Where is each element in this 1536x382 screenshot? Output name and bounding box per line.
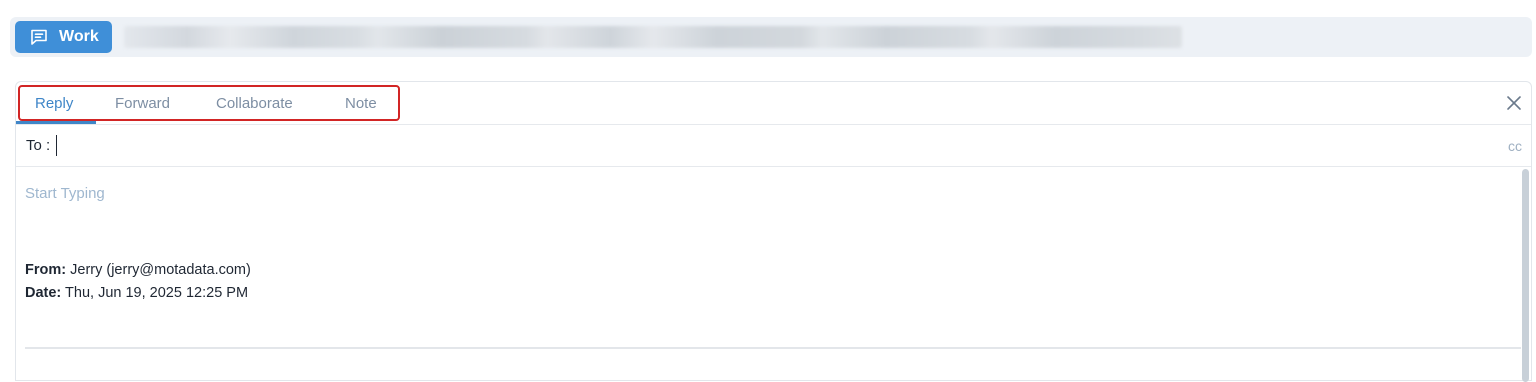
active-tab-indicator	[16, 121, 96, 124]
tab-note[interactable]: Note	[345, 95, 377, 113]
ticket-subject-redacted	[124, 26, 1182, 48]
from-label: From:	[25, 262, 67, 278]
tabs-highlight-box	[18, 85, 400, 121]
close-icon[interactable]	[1505, 94, 1523, 112]
to-label: To :	[26, 137, 51, 154]
ticket-header-bar: Work	[10, 17, 1532, 57]
reply-tab-bar: Reply Forward Collaborate Note	[16, 82, 1531, 125]
message-square-icon	[30, 28, 48, 46]
work-button[interactable]: Work	[15, 21, 112, 53]
quoted-date-line: Date: Thu, Jun 19, 2025 12:25 PM	[25, 285, 248, 301]
editor-placeholder: Start Typing	[25, 185, 105, 202]
quoted-from-line: From: Jerry (jerry@motadata.com)	[25, 262, 251, 278]
text-cursor	[56, 135, 57, 156]
from-value: Jerry (jerry@motadata.com)	[70, 262, 251, 278]
date-label: Date:	[25, 285, 62, 301]
to-field-row[interactable]: To : cc	[16, 125, 1531, 167]
message-editor[interactable]: Start Typing From: Jerry (jerry@motadata…	[16, 167, 1531, 382]
date-value: Thu, Jun 19, 2025 12:25 PM	[65, 285, 249, 301]
scrollbar-thumb[interactable]	[1522, 169, 1529, 382]
tab-reply[interactable]: Reply	[35, 95, 73, 113]
quote-separator	[25, 347, 1521, 349]
reply-panel: Reply Forward Collaborate Note To : cc S…	[15, 81, 1532, 382]
cc-link[interactable]: cc	[1508, 138, 1522, 154]
tab-collaborate[interactable]: Collaborate	[216, 95, 293, 113]
tab-forward[interactable]: Forward	[115, 95, 170, 113]
editor-scrollbar[interactable]	[1521, 167, 1530, 382]
work-button-label: Work	[59, 28, 99, 45]
